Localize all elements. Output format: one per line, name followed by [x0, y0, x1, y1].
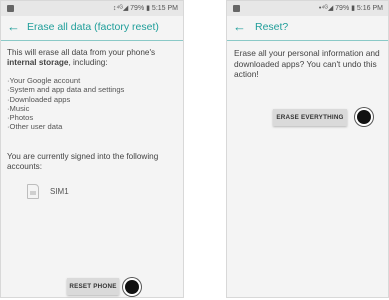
signed-in-text: You are currently signed into the follow…	[7, 151, 159, 171]
sim-label: SIM1	[50, 186, 69, 196]
back-arrow-icon[interactable]: ←	[7, 20, 20, 34]
sim-status-icon	[233, 5, 240, 12]
app-bar: ← Erase all data (factory reset)	[1, 16, 183, 40]
list-item: Other user data	[7, 122, 177, 131]
page-title: Reset?	[255, 21, 289, 33]
reset-confirm-screen: •⁴ᴳ◢ 79% ▮ 5:16 PM ← Reset? Erase all yo…	[226, 0, 389, 298]
status-bar: ↕⁴ᴳ◢ 79% ▮ 5:15 PM	[1, 1, 183, 16]
reset-description: This will erase all data from your phone…	[1, 41, 183, 206]
touch-indicator-icon	[357, 110, 371, 124]
factory-reset-screen: ↕⁴ᴳ◢ 79% ▮ 5:15 PM ← Erase all data (fac…	[0, 0, 184, 298]
erase-everything-button[interactable]: ERASE EVERYTHING	[273, 109, 347, 126]
status-text: •⁴ᴳ◢ 79% ▮ 5:16 PM	[318, 5, 383, 12]
intro-text: This will erase all data from your phone…	[7, 48, 177, 68]
status-bar: •⁴ᴳ◢ 79% ▮ 5:16 PM	[227, 1, 388, 16]
status-text: ↕⁴ᴳ◢ 79% ▮ 5:15 PM	[112, 5, 178, 12]
sim-status-icon	[7, 5, 14, 12]
list-item: Downloaded apps	[7, 95, 177, 104]
list-item: Photos	[7, 113, 177, 122]
touch-indicator-icon	[125, 280, 139, 294]
page-title: Erase all data (factory reset)	[27, 21, 159, 33]
intro-start: This will erase all data from your phone…	[7, 48, 156, 57]
app-bar-divider	[227, 40, 388, 41]
reset-phone-button[interactable]: RESET PHONE	[67, 278, 119, 295]
list-item: Your Google account	[7, 76, 177, 85]
app-bar-divider	[1, 40, 183, 41]
list-item: System and app data and settings	[7, 85, 177, 94]
erase-items-list: Your Google account System and app data …	[7, 76, 177, 132]
intro-strong: internal storage	[7, 58, 69, 67]
confirm-message: Erase all your personal information and …	[234, 48, 380, 79]
account-row: SIM1	[7, 182, 177, 206]
app-bar: ← Reset?	[227, 16, 388, 40]
back-arrow-icon[interactable]: ←	[233, 20, 246, 34]
sim-card-icon	[27, 183, 39, 199]
list-item: Music	[7, 104, 177, 113]
intro-end: , including:	[68, 58, 108, 67]
